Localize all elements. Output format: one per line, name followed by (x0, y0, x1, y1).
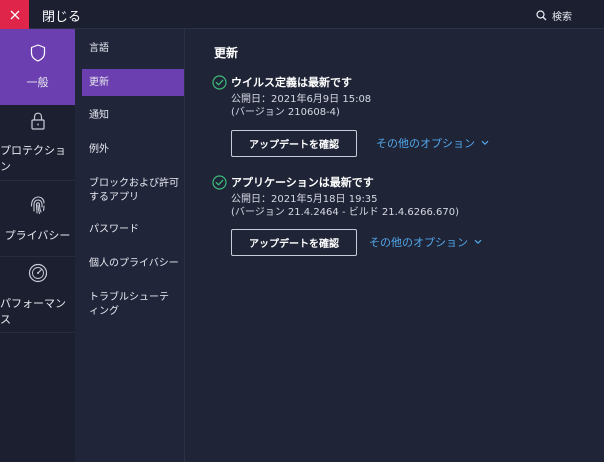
page-title: 更新 (214, 46, 239, 60)
more-options-link[interactable]: その他のオプション (376, 135, 489, 151)
published-date: 公開日：2021年5月18日 19:35 (231, 194, 378, 205)
check-circle-icon (212, 74, 227, 90)
close-title[interactable]: 閉じる (42, 6, 81, 25)
shield-icon (30, 43, 45, 62)
version-text: (バージョン 210608-4) (231, 107, 340, 118)
version-text: (バージョン 21.4.2464 - ビルド 21.4.6266.670) (231, 207, 459, 218)
subnav-item-blocked-allowed-apps[interactable]: ブロックおよび許可するアプリ (82, 177, 180, 205)
main-panel: 更新 ウイルス定義は最新です 公開日：2021年6月9日 15:08 (バージョ… (186, 29, 604, 462)
subnav-item-passwords[interactable]: パスワード (82, 223, 184, 237)
search-button[interactable]: 検索 (536, 8, 572, 23)
fingerprint-icon (30, 195, 45, 214)
nav-item-general[interactable]: 一般 (0, 29, 75, 105)
close-icon (10, 10, 19, 19)
nav-item-privacy[interactable]: プライバシー (0, 181, 75, 257)
subnav-item-exceptions[interactable]: 例外 (82, 143, 184, 157)
subnav-item-update[interactable]: 更新 (82, 69, 184, 96)
more-options-link[interactable]: その他のオプション (369, 234, 482, 250)
application-section: アプリケーションは最新です 公開日：2021年5月18日 19:35 (バージョ… (212, 174, 592, 256)
nav-label-performance: パフォーマンス (0, 296, 66, 326)
virus-definitions-section: ウイルス定義は最新です 公開日：2021年6月9日 15:08 (バージョン 2… (212, 74, 592, 157)
check-circle-icon (212, 174, 227, 190)
secondary-sidebar: 言語 更新 通知 例外 ブロックおよび許可するアプリ パスワード 個人のプライバ… (75, 29, 185, 462)
title-bar: 閉じる 検索 (0, 0, 604, 29)
close-button[interactable] (0, 0, 29, 29)
nav-label-privacy: プライバシー (4, 228, 71, 242)
nav-label-protection: プロテクション (0, 143, 66, 173)
subnav-item-personal-privacy[interactable]: 個人のプライバシー (82, 257, 184, 271)
section-title: アプリケーションは最新です (231, 176, 374, 189)
search-icon (536, 10, 547, 21)
search-label: 検索 (552, 12, 572, 23)
nav-item-protection[interactable]: プロテクション (0, 105, 75, 181)
subnav-item-notifications[interactable]: 通知 (82, 109, 184, 123)
chevron-down-icon (481, 140, 489, 146)
check-updates-button[interactable]: アップデートを確認 (231, 130, 357, 157)
published-date: 公開日：2021年6月9日 15:08 (231, 94, 372, 105)
nav-label-general: 一般 (26, 75, 49, 89)
speedometer-icon (28, 263, 47, 282)
check-updates-button[interactable]: アップデートを確認 (231, 229, 357, 256)
chevron-down-icon (474, 239, 482, 245)
primary-sidebar: 一般 プロテクション プライバシー パフォーマンス (0, 29, 75, 462)
section-title: ウイルス定義は最新です (231, 76, 352, 89)
lock-icon (30, 112, 45, 130)
more-options-label: その他のオプション (376, 137, 475, 150)
nav-item-performance[interactable]: パフォーマンス (0, 257, 75, 333)
subnav-item-language[interactable]: 言語 (82, 42, 184, 56)
more-options-label: その他のオプション (369, 236, 468, 249)
subnav-item-troubleshooting[interactable]: トラブルシューティング (82, 291, 178, 319)
